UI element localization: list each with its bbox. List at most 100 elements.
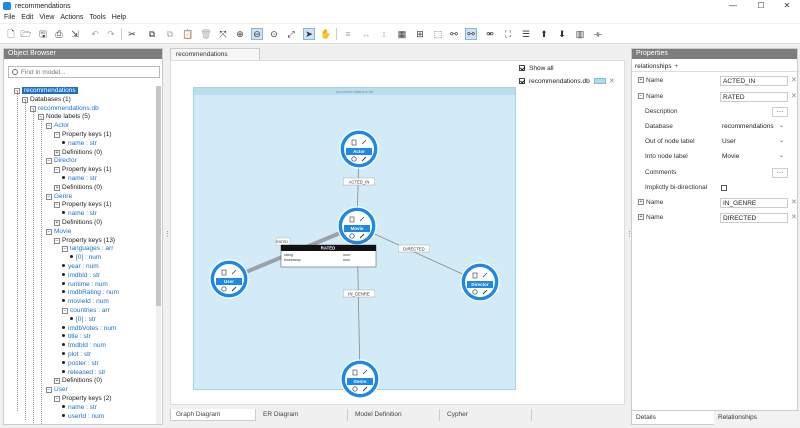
db-filter-row[interactable]: recommendations.db ✕	[519, 76, 615, 86]
model-search-input[interactable]	[21, 68, 151, 76]
layout-icon[interactable]: ⬚	[432, 28, 444, 40]
tree-item[interactable]: + Definitions (0)	[54, 148, 102, 157]
tree-item[interactable]: runtime : num	[62, 280, 108, 289]
tree-item[interactable]: − languages : arr	[62, 244, 113, 253]
tree-item[interactable]: name : str	[62, 209, 97, 218]
remove-icon[interactable]: ✕	[791, 213, 797, 221]
redo-icon[interactable]: ↷	[105, 28, 117, 40]
tree-item[interactable]: plot : str	[62, 350, 91, 359]
show-all-checkbox[interactable]	[519, 65, 525, 71]
relationships-subtab[interactable]: relationships +	[632, 61, 799, 72]
scrollbar-thumb[interactable]	[156, 86, 161, 306]
collapse-icon[interactable]: −	[46, 158, 52, 165]
tree-item[interactable]: movieId : num	[62, 297, 109, 306]
tree-item[interactable]: + Definitions (0)	[54, 376, 102, 385]
collapse-icon[interactable]: −	[62, 246, 68, 253]
tree-item[interactable]: − Genre	[46, 192, 72, 201]
new-file-icon[interactable]: 🗋	[5, 28, 17, 40]
move-down-icon[interactable]: ⬇	[556, 28, 568, 40]
split-icon[interactable]: ⟛	[592, 28, 604, 40]
tree-item[interactable]: + Definitions (0)	[54, 218, 102, 227]
paste-icon[interactable]: 📋	[182, 28, 194, 40]
zoom-reset-icon[interactable]: ⊙	[268, 28, 280, 40]
tree-scrollbar[interactable]	[156, 86, 161, 424]
tree-item[interactable]: − Director	[46, 156, 77, 165]
tree-item[interactable]: name : str	[62, 139, 97, 148]
model-search[interactable]	[8, 66, 160, 78]
close-window-button[interactable]: ✕	[774, 0, 800, 12]
distribute-h-icon[interactable]: ↔	[360, 28, 372, 40]
maximize-button[interactable]: ☐	[748, 0, 774, 12]
property-value-field[interactable]: DIRECTED	[720, 213, 788, 223]
add-relationship-icon[interactable]: +	[675, 63, 679, 70]
property-row[interactable]: Out of node label User ⌄	[632, 135, 799, 149]
tree-item[interactable]: title : str	[62, 332, 91, 341]
tree-item[interactable]: poster : str	[62, 359, 99, 368]
fit-icon[interactable]: ⤧	[217, 28, 229, 40]
tree-item[interactable]: + Definitions (0)	[54, 183, 102, 192]
show-all-row[interactable]: Show all	[519, 63, 554, 73]
property-row[interactable]: Implictly bi-directional	[632, 181, 799, 195]
property-value-field[interactable]: ACTED_IN	[720, 76, 788, 86]
export-icon[interactable]: ⇲	[69, 28, 81, 40]
relation-icon[interactable]: ⚮	[484, 28, 496, 40]
list-icon[interactable]: ☰	[520, 28, 532, 40]
zoom-out-icon[interactable]: ⊖	[251, 28, 263, 40]
zoom-in-icon[interactable]: ⊕	[234, 28, 246, 40]
tree-item[interactable]: name : str	[62, 174, 97, 183]
tree-item[interactable]: name : str	[62, 403, 97, 412]
chevron-down-icon[interactable]: ⌄	[779, 137, 784, 144]
add-node-icon[interactable]: ⊞	[414, 28, 426, 40]
menu-edit[interactable]: Edit	[21, 14, 33, 21]
tree-item[interactable]: − Property keys (1)	[54, 165, 112, 174]
tree-item[interactable]: − Property keys (1)	[54, 130, 112, 139]
tree-item[interactable]: − recommendations.db	[30, 104, 99, 113]
property-value-field[interactable]: IN_GENRE	[720, 198, 788, 208]
fullscreen-icon[interactable]: ⤢	[285, 28, 297, 40]
tree-item[interactable]: − Databases (1)	[22, 95, 71, 104]
minimize-button[interactable]: —	[720, 0, 746, 12]
expand-icon[interactable]: +	[54, 149, 60, 156]
property-row[interactable]: Description…	[632, 105, 799, 119]
chevron-down-icon[interactable]: ⌄	[779, 152, 784, 159]
bidirectional-checkbox[interactable]	[721, 185, 727, 191]
diagram-tab[interactable]: recommendations	[170, 48, 260, 60]
property-row[interactable]: Into node label Movie ⌄	[632, 150, 799, 164]
tree-item[interactable]: released : str	[62, 368, 106, 377]
property-row[interactable]: + Name DIRECTED ✕	[632, 211, 799, 225]
print-icon[interactable]: ⎙	[53, 28, 65, 40]
tree-item[interactable]: userId : num	[62, 412, 104, 421]
property-select[interactable]: Movie	[720, 152, 788, 162]
cut-icon[interactable]: ✂	[126, 28, 138, 40]
menu-view[interactable]: View	[39, 14, 54, 21]
collapse-icon[interactable]: −	[54, 396, 60, 402]
tree-item[interactable]: − recommendations	[14, 86, 78, 95]
expand-icon[interactable]: +	[638, 77, 644, 83]
property-row[interactable]: + Name IN_GENRE ✕	[632, 196, 799, 210]
tree-layout-icon[interactable]: ⛶	[502, 28, 514, 40]
property-select[interactable]: recommendations	[720, 122, 788, 132]
save-icon[interactable]: 🖫	[37, 28, 49, 40]
db-color-swatch[interactable]	[593, 78, 606, 84]
tree-item[interactable]: year : num	[62, 262, 99, 271]
tree-item[interactable]: [0] : num	[70, 253, 101, 262]
tree-item[interactable]: − Property keys (13)	[54, 236, 115, 245]
delete-icon[interactable]: 🗑	[200, 28, 212, 40]
undo-icon[interactable]: ↶	[89, 28, 101, 40]
db-filter-checkbox[interactable]	[519, 78, 525, 84]
menu-actions[interactable]: Actions	[60, 14, 83, 21]
tree-item[interactable]: − Node labels (5)	[38, 112, 90, 121]
collapse-icon[interactable]: −	[54, 237, 60, 244]
copy-icon[interactable]: ⧉	[146, 28, 158, 40]
graph-layout-icon[interactable]: ⚯	[465, 28, 477, 40]
pointer-icon[interactable]: ➤	[303, 28, 315, 40]
collapse-icon[interactable]: −	[46, 387, 52, 394]
columns-icon[interactable]: ▥	[574, 28, 586, 40]
tree-item[interactable]: tmdbId : num	[62, 341, 106, 350]
hand-icon[interactable]: ✋	[320, 28, 332, 40]
property-row[interactable]: + Name ACTED_IN ✕	[632, 74, 799, 88]
collapse-icon[interactable]: −	[54, 132, 60, 138]
graph-icon[interactable]: ⚯	[448, 28, 460, 40]
property-row[interactable]: Database recommendations ⌄	[632, 120, 799, 134]
collapse-icon[interactable]: −	[62, 308, 68, 314]
